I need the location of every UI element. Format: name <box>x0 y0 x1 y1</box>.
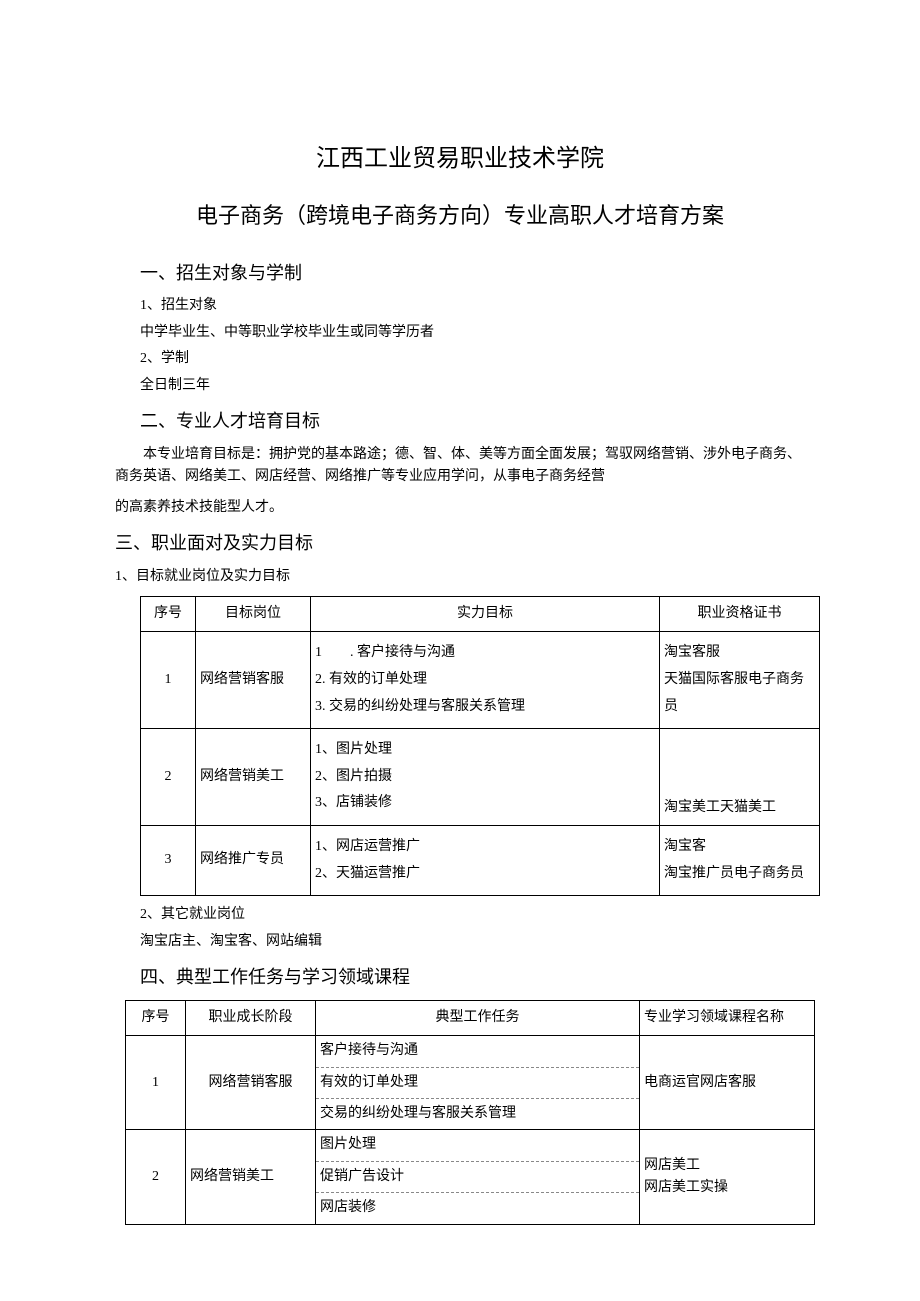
th-seq: 序号 <box>141 597 196 632</box>
table-row: 1 网络营销客服 1 . 客户接待与沟通 2. 有效的订单处理 3. 交易的纠纷… <box>141 632 820 729</box>
table-row: 2 网络营销美工 1、图片处理 2、图片拍摄 3、店铺装修 淘宝美工天猫美工 <box>141 729 820 826</box>
section-1-item2-text: 全日制三年 <box>140 375 805 397</box>
th-cert: 职业资格证书 <box>660 597 820 632</box>
table-job-targets: 序号 目标岗位 实力目标 职业资格证书 1 网络营销客服 1 . 客户接待与沟通… <box>140 596 820 896</box>
cell-tasks: 客户接待与沟通 有效的订单处理 交易的纠纷处理与客服关系管理 <box>316 1036 640 1130</box>
section-2-paragraph-2: 的高素养技术技能型人才。 <box>115 497 805 519</box>
cell-target: 1、网店运营推广 2、天猫运营推广 <box>311 826 660 896</box>
table-row: 2 网络营销美工 图片处理 促销广告设计 网店装修 网店美工 网店美工实操 <box>126 1130 815 1224</box>
table-work-tasks: 序号 职业成长阶段 典型工作任务 专业学习领域课程名称 1 网络营销客服 客户接… <box>125 1000 815 1225</box>
task-item: 客户接待与沟通 <box>316 1036 639 1067</box>
section-3-item2-text: 淘宝店主、淘宝客、网站编辑 <box>140 931 805 953</box>
th-task: 典型工作任务 <box>316 1000 640 1035</box>
section-1-item2-label: 2、学制 <box>140 348 805 370</box>
cell-target: 1 . 客户接待与沟通 2. 有效的订单处理 3. 交易的纠纷处理与客服关系管理 <box>311 632 660 729</box>
cell-course: 网店美工 网店美工实操 <box>640 1130 815 1224</box>
task-item: 有效的订单处理 <box>316 1068 639 1099</box>
task-item: 网店装修 <box>316 1193 639 1223</box>
task-item: 图片处理 <box>316 1130 639 1161</box>
cell-seq: 1 <box>141 632 196 729</box>
cell-cert: 淘宝客 淘宝推广员电子商务员 <box>660 826 820 896</box>
cell-seq: 2 <box>126 1130 186 1224</box>
title-main: 江西工业贸易职业技术学院 <box>115 140 805 178</box>
task-item: 交易的纠纷处理与客服关系管理 <box>316 1099 639 1129</box>
title-sub: 电子商务（跨境电子商务方向）专业高职人才培育方案 <box>115 198 805 233</box>
section-1-item1-label: 1、招生对象 <box>140 295 805 317</box>
cell-seq: 3 <box>141 826 196 896</box>
cell-position: 网络营销客服 <box>196 632 311 729</box>
cell-position: 网络营销美工 <box>196 729 311 826</box>
section-1-item1-text: 中学毕业生、中等职业学校毕业生或同等学历者 <box>140 322 805 344</box>
table-row: 3 网络推广专员 1、网店运营推广 2、天猫运营推广 淘宝客 淘宝推广员电子商务… <box>141 826 820 896</box>
section-2-heading: 二、专业人才培育目标 <box>140 407 805 436</box>
section-2-paragraph-1: 本专业培育目标是：拥护党的基本路途；德、智、体、美等方面全面发展；驾驭网络营销、… <box>115 444 805 489</box>
table-row: 1 网络营销客服 客户接待与沟通 有效的订单处理 交易的纠纷处理与客服关系管理 … <box>126 1036 815 1130</box>
section-4-heading: 四、典型工作任务与学习领域课程 <box>140 963 805 992</box>
cell-stage: 网络营销客服 <box>186 1036 316 1130</box>
cell-seq: 2 <box>141 729 196 826</box>
section-3-item1-label: 1、目标就业岗位及实力目标 <box>115 566 805 588</box>
cell-course: 电商运官网店客服 <box>640 1036 815 1130</box>
section-3-heading: 三、职业面对及实力目标 <box>115 529 805 558</box>
cell-tasks: 图片处理 促销广告设计 网店装修 <box>316 1130 640 1224</box>
section-3-item2-label: 2、其它就业岗位 <box>140 904 805 926</box>
cell-cert: 淘宝客服 天猫国际客服电子商务员 <box>660 632 820 729</box>
cell-cert: 淘宝美工天猫美工 <box>660 729 820 826</box>
cell-position: 网络推广专员 <box>196 826 311 896</box>
th-course: 专业学习领域课程名称 <box>640 1000 815 1035</box>
section-1-heading: 一、招生对象与学制 <box>140 259 805 288</box>
th-stage: 职业成长阶段 <box>186 1000 316 1035</box>
th-position: 目标岗位 <box>196 597 311 632</box>
cell-seq: 1 <box>126 1036 186 1130</box>
table-header-row: 序号 职业成长阶段 典型工作任务 专业学习领域课程名称 <box>126 1000 815 1035</box>
task-item: 促销广告设计 <box>316 1162 639 1193</box>
document-page: 江西工业贸易职业技术学院 电子商务（跨境电子商务方向）专业高职人才培育方案 一、… <box>0 0 920 1293</box>
cell-target: 1、图片处理 2、图片拍摄 3、店铺装修 <box>311 729 660 826</box>
table-header-row: 序号 目标岗位 实力目标 职业资格证书 <box>141 597 820 632</box>
th-target: 实力目标 <box>311 597 660 632</box>
th-seq: 序号 <box>126 1000 186 1035</box>
cell-stage: 网络营销美工 <box>186 1130 316 1224</box>
